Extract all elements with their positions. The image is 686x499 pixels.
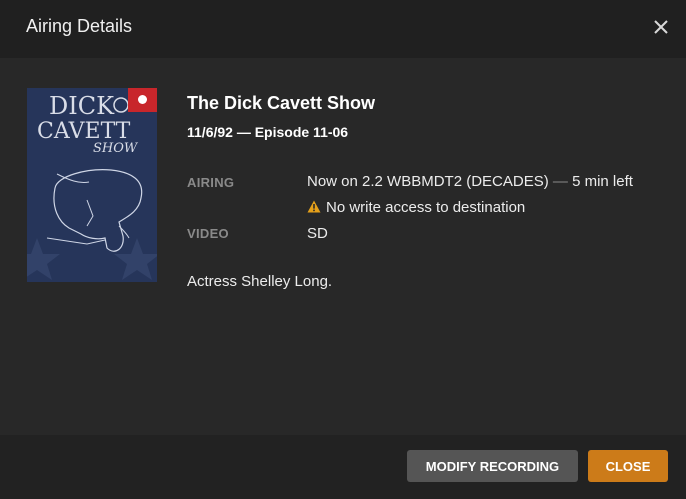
modify-recording-button[interactable]: MODIFY RECORDING [407, 450, 578, 482]
airing-channel: Now on 2.2 WBBMDT2 (DECADES) [307, 173, 549, 190]
airing-label: AIRING [187, 175, 235, 190]
poster-text-show: SHOW [93, 141, 139, 156]
poster-text-dick: DICK [49, 92, 115, 120]
video-value: SD [307, 225, 328, 242]
close-button[interactable]: CLOSE [588, 450, 668, 482]
warning-row: No write access to destination [307, 199, 525, 216]
airing-details-dialog: Airing Details DICK CAVETT SHOW The Dick… [0, 0, 686, 499]
recording-badge [128, 88, 157, 112]
airing-separator: — [552, 173, 568, 190]
dialog-footer: MODIFY RECORDING CLOSE [0, 435, 686, 499]
airing-time-left: 5 min left [572, 173, 633, 190]
episode-info: 11/6/92 — Episode 11-06 [187, 124, 349, 140]
record-dot-icon [138, 95, 147, 104]
show-poster: DICK CAVETT SHOW [27, 88, 157, 282]
show-title: The Dick Cavett Show [187, 93, 376, 113]
airing-value: Now on 2.2 WBBMDT2 (DECADES) — 5 min lef… [307, 173, 633, 190]
dialog-title: Airing Details [26, 16, 133, 36]
episode-description: Actress Shelley Long. [187, 273, 333, 290]
video-label: VIDEO [187, 226, 229, 241]
warning-text: No write access to destination [326, 199, 526, 216]
dialog-header: Airing Details [0, 0, 686, 58]
warning-icon [307, 200, 321, 213]
close-icon[interactable] [648, 14, 674, 40]
